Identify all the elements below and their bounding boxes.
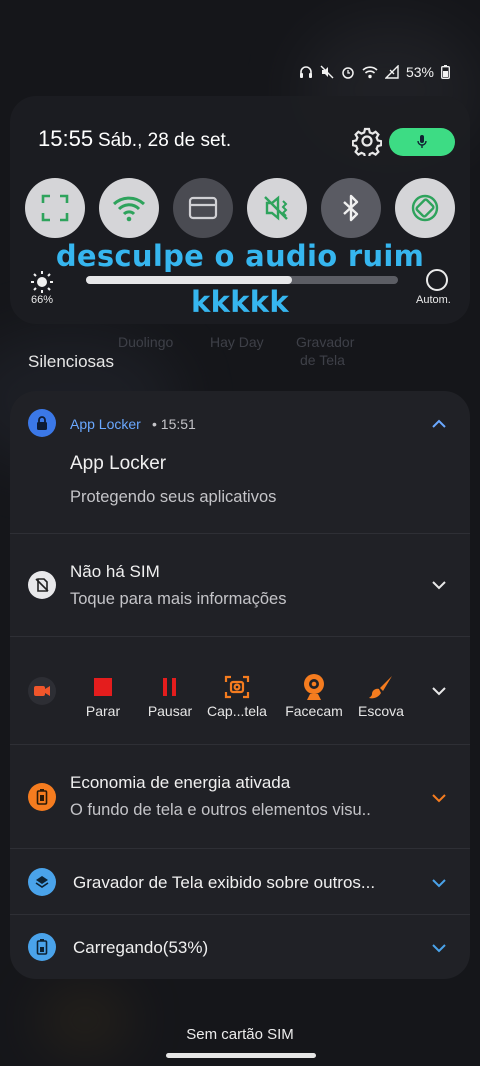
chevron-down-icon[interactable] [430,939,448,957]
wifi-icon [112,196,146,222]
notification-power-saving[interactable]: Economia de energia ativada O fundo de t… [10,745,470,849]
brightness-slider[interactable] [86,276,398,284]
home-indicator[interactable] [166,1053,316,1058]
notification-text: Toque para mais informações [70,590,287,608]
status-bar: 53% [299,64,450,80]
background-app-label: Duolingo [118,334,174,350]
recorder-action-label: Facecam [285,703,343,719]
carrier-status: Sem cartão SIM [186,1026,294,1043]
recorder-camera-icon [28,677,56,705]
chevron-down-icon[interactable] [430,874,448,892]
microphone-icon [417,135,427,148]
stop-icon [94,678,112,696]
wifi-icon [362,66,378,79]
notification-charging[interactable]: Carregando(53%) [10,915,470,979]
battery-saver-icon [28,783,56,811]
toggle-card[interactable] [173,178,233,238]
recorder-stop-button[interactable]: Parar [68,673,138,719]
notification-card: App Locker • 15:51 App Locker Protegendo… [10,391,470,979]
brightness-slider-fill [86,276,292,284]
rotate-icon [411,194,439,222]
signal-icon [384,65,399,79]
notification-text: O fundo de tela e outros elementos visu.… [70,801,371,819]
settings-gear-icon[interactable] [352,126,382,156]
battery-icon [441,65,450,79]
toggle-wifi[interactable] [99,178,159,238]
toggle-mute[interactable] [247,178,307,238]
recorder-facecam-button[interactable]: Facecam [279,673,349,719]
notification-title: Economia de energia ativada [70,773,291,792]
recorder-brush-button[interactable]: Escova [346,673,416,719]
app-locker-icon [28,409,56,437]
notification-title: Carregando(53%) [73,938,209,957]
headset-icon [299,66,312,78]
background-app-label: de Tela [300,352,345,368]
screen-capture-icon [41,194,69,222]
notification-title: Não há SIM [70,562,160,581]
notification-title: Gravador de Tela exibido sobre outros... [73,873,376,892]
chevron-down-icon[interactable] [430,789,448,807]
section-title-silent: Silenciosas [28,352,114,371]
bluetooth-icon [343,194,359,222]
layers-icon [28,868,56,896]
webcam-icon [304,674,324,700]
screenshot-icon [224,675,250,699]
notification-app-name: App Locker [70,416,141,432]
alarm-icon [342,67,354,79]
clock[interactable]: 15:55 [38,126,93,152]
mute-icon [320,65,334,79]
chevron-up-icon[interactable] [430,415,448,433]
mic-indicator-button[interactable] [389,128,455,156]
background-app-label: Hay Day [210,334,264,350]
recorder-action-label: Parar [85,703,121,719]
recorder-action-label: Pausar [147,703,193,719]
background-app-label: Gravador [296,334,355,350]
recorder-action-label: Cap...tela [207,703,267,719]
notification-text: Protegendo seus aplicativos [70,488,277,506]
notification-no-sim[interactable]: Não há SIM Toque para mais informações [10,534,470,637]
toggle-auto-rotate[interactable] [395,178,455,238]
pause-icon [163,678,176,696]
date[interactable]: Sáb., 28 de set. [98,130,231,152]
toggle-screen-capture[interactable] [25,178,85,238]
mute-vibrate-icon [264,195,288,221]
notification-app-locker[interactable]: App Locker • 15:51 App Locker Protegendo… [10,391,470,534]
notification-title: App Locker [70,453,167,474]
notification-screen-recorder-overlay[interactable]: Gravador de Tela exibido sobre outros... [10,849,470,915]
overlay-caption-line2: kkkkk [191,285,289,319]
battery-charging-icon [28,933,56,961]
battery-percent: 53% [405,64,434,80]
toggle-bluetooth[interactable] [321,178,381,238]
brush-icon [369,676,392,699]
recorder-screenshot-button[interactable]: Cap...tela [202,673,272,719]
quick-toggles [25,178,455,240]
card-icon [188,196,218,220]
no-sim-icon [28,571,56,599]
chevron-down-icon[interactable] [430,682,448,700]
recorder-pause-button[interactable]: Pausar [135,673,205,719]
chevron-down-icon[interactable] [430,576,448,594]
recorder-action-label: Escova [358,703,404,719]
notification-time: • 15:51 [152,416,196,432]
overlay-caption-line1: desculpe o audio ruim [55,239,425,273]
